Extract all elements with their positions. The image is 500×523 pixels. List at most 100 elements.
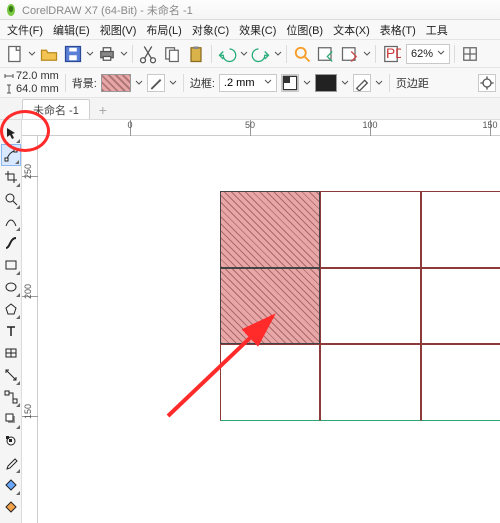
menu-table[interactable]: 表格(T) <box>375 20 421 40</box>
table-cell-selected[interactable] <box>220 268 320 345</box>
border-pen-button[interactable] <box>353 74 371 92</box>
drop-shadow-tool[interactable] <box>1 408 21 430</box>
undo-button[interactable] <box>216 43 238 65</box>
save-dropdown-icon[interactable] <box>86 43 94 65</box>
transparency-tool[interactable] <box>1 430 21 452</box>
toolbar-separator <box>211 45 212 63</box>
polygon-tool[interactable] <box>1 298 21 320</box>
import-button[interactable] <box>315 43 337 65</box>
app-title: CorelDRAW X7 (64-Bit) - 未命名 -1 <box>22 2 193 18</box>
object-width[interactable]: 72.0 mm <box>16 70 59 82</box>
document-tab-strip: 未命名 -1 + <box>0 98 500 120</box>
smart-fill-tool[interactable] <box>1 496 21 518</box>
width-icon <box>4 71 14 81</box>
border-selection-dropdown-icon[interactable] <box>303 72 311 94</box>
table-cell[interactable] <box>320 191 420 268</box>
eyedropper-tool[interactable] <box>1 452 21 474</box>
propbar-separator <box>65 74 66 92</box>
rectangle-tool[interactable] <box>1 254 21 276</box>
menu-view[interactable]: 视图(V) <box>95 20 142 40</box>
vertical-ruler[interactable]: 250 200 150 <box>22 136 38 523</box>
artistic-media-tool[interactable] <box>1 232 21 254</box>
menu-object[interactable]: 对象(C) <box>187 20 234 40</box>
border-color-swatch[interactable] <box>315 74 337 92</box>
object-height[interactable]: 64.0 mm <box>16 83 59 95</box>
menu-layout[interactable]: 布局(L) <box>141 20 186 40</box>
border-selection-button[interactable] <box>281 74 299 92</box>
table-cell[interactable] <box>320 268 420 345</box>
open-button[interactable] <box>38 43 60 65</box>
new-button[interactable] <box>4 43 26 65</box>
dimension-tool[interactable] <box>1 364 21 386</box>
table-cell[interactable] <box>220 344 320 421</box>
publish-pdf-button[interactable]: PDF <box>380 43 402 65</box>
table-cell[interactable] <box>421 344 500 421</box>
zoom-tool[interactable] <box>1 188 21 210</box>
table-tool[interactable] <box>1 342 21 364</box>
table-cell[interactable] <box>421 268 500 345</box>
menu-edit[interactable]: 编辑(E) <box>48 20 95 40</box>
menu-effect[interactable]: 效果(C) <box>234 20 281 40</box>
connector-tool[interactable] <box>1 386 21 408</box>
border-width-value: .2 mm <box>224 77 255 89</box>
undo-dropdown-icon[interactable] <box>240 43 248 65</box>
print-button[interactable] <box>96 43 118 65</box>
document-tab-label: 未命名 -1 <box>33 102 79 118</box>
menu-text[interactable]: 文本(X) <box>328 20 375 40</box>
propbar-separator <box>183 74 184 92</box>
export-button[interactable] <box>339 43 361 65</box>
menu-bar: 文件(F) 编辑(E) 视图(V) 布局(L) 对象(C) 效果(C) 位图(B… <box>0 20 500 40</box>
table-object[interactable] <box>220 191 500 421</box>
border-pen-dropdown-icon[interactable] <box>375 72 383 94</box>
background-swatch[interactable] <box>101 74 131 92</box>
new-document-tab-button[interactable]: + <box>94 101 112 119</box>
app-logo-icon <box>4 3 18 17</box>
export-dropdown-icon[interactable] <box>363 43 371 65</box>
menu-tools[interactable]: 工具 <box>421 20 453 40</box>
snap-button[interactable] <box>459 43 481 65</box>
save-button[interactable] <box>62 43 84 65</box>
menu-file[interactable]: 文件(F) <box>2 20 48 40</box>
options-button[interactable] <box>478 74 496 92</box>
table-cell[interactable] <box>421 191 500 268</box>
pick-tool[interactable] <box>1 122 21 144</box>
cut-button[interactable] <box>137 43 159 65</box>
text-tool[interactable] <box>1 320 21 342</box>
horizontal-ruler[interactable]: 0 50 100 150 <box>22 120 500 136</box>
standard-toolbar: PDF 62% <box>0 40 500 68</box>
object-size: 72.0 mm 64.0 mm <box>4 70 59 95</box>
table-cell[interactable] <box>320 344 420 421</box>
zoom-value: 62% <box>411 48 433 60</box>
ruler-tick-label: 50 <box>245 120 255 130</box>
background-edit-button[interactable] <box>147 74 165 92</box>
interactive-fill-tool[interactable] <box>1 474 21 496</box>
crop-tool[interactable] <box>1 166 21 188</box>
title-bar: CorelDRAW X7 (64-Bit) - 未命名 -1 <box>0 0 500 20</box>
table-cell-selected[interactable] <box>220 191 320 268</box>
border-width-combo[interactable]: .2 mm <box>219 74 277 92</box>
background-dropdown-icon[interactable] <box>135 72 143 94</box>
zoom-level-combo[interactable]: 62% <box>406 44 450 64</box>
propbar-separator <box>389 74 390 92</box>
menu-bitmap[interactable]: 位图(B) <box>281 20 328 40</box>
page-margin-label: 页边距 <box>396 75 429 91</box>
redo-button[interactable] <box>250 43 272 65</box>
document-tab[interactable]: 未命名 -1 <box>22 99 90 119</box>
background-edit-dropdown-icon[interactable] <box>169 72 177 94</box>
toolbar-separator <box>132 45 133 63</box>
copy-button[interactable] <box>161 43 183 65</box>
toolbar-separator <box>375 45 376 63</box>
freehand-tool[interactable] <box>1 210 21 232</box>
paste-button[interactable] <box>185 43 207 65</box>
redo-dropdown-icon[interactable] <box>274 43 282 65</box>
height-icon <box>4 84 14 94</box>
new-dropdown-icon[interactable] <box>28 43 36 65</box>
drawing-canvas[interactable] <box>38 136 500 523</box>
background-label: 背景: <box>72 75 97 91</box>
shape-tool[interactable] <box>1 144 21 166</box>
border-color-dropdown-icon[interactable] <box>341 72 349 94</box>
print-dropdown-icon[interactable] <box>120 43 128 65</box>
property-bar: 72.0 mm 64.0 mm 背景: 边框: .2 mm 页边距 <box>0 68 500 98</box>
ellipse-tool[interactable] <box>1 276 21 298</box>
search-button[interactable] <box>291 43 313 65</box>
